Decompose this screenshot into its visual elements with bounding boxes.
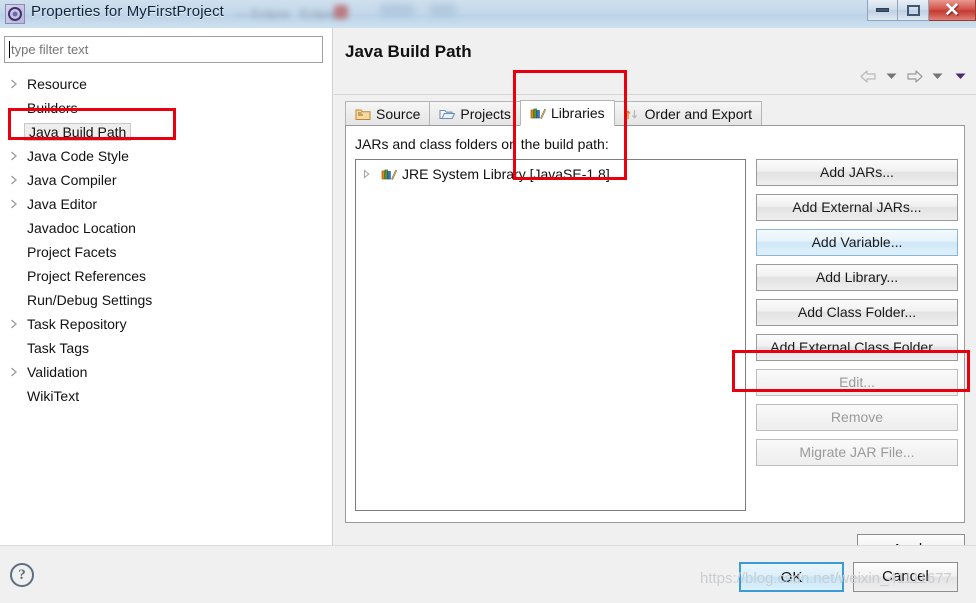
- sidebar-item-task-tags[interactable]: Task Tags: [0, 336, 333, 360]
- dialog-footer: ? OK Cancel: [0, 545, 976, 603]
- back-arrow-icon[interactable]: [859, 68, 878, 84]
- window-controls: ✕: [867, 0, 976, 22]
- sidebar-item-label: Java Build Path: [24, 123, 132, 141]
- tab-label: Source: [376, 105, 421, 122]
- sidebar-item-java-code-style[interactable]: Java Code Style: [0, 144, 333, 168]
- add-class-folder-button[interactable]: Add Class Folder...: [756, 299, 958, 326]
- build-path-tabs: Source Projects Libraries Order and Expo…: [345, 100, 763, 126]
- cancel-button[interactable]: Cancel: [853, 562, 958, 592]
- page-content-pane: Java Build Path Source Projects Librarie…: [334, 28, 976, 565]
- background-ghost-blob-1: [380, 4, 414, 16]
- sidebar-item-java-editor[interactable]: Java Editor: [0, 192, 333, 216]
- eclipse-icon: [5, 4, 25, 24]
- source-folder-icon: [355, 107, 371, 121]
- view-menu-icon[interactable]: [951, 68, 970, 84]
- remove-button[interactable]: Remove: [756, 404, 958, 431]
- sidebar-item-label: Project Facets: [27, 244, 117, 260]
- sidebar-item-java-build-path[interactable]: Java Build Path: [0, 120, 333, 144]
- chevron-right-icon[interactable]: [10, 151, 24, 161]
- forward-arrow-icon[interactable]: [905, 68, 924, 84]
- chevron-right-icon[interactable]: [10, 199, 24, 209]
- help-question-icon[interactable]: ?: [10, 563, 34, 587]
- sidebar-item-label: Builders: [27, 100, 78, 116]
- chevron-right-icon[interactable]: [10, 367, 24, 377]
- tab-projects[interactable]: Projects: [429, 101, 521, 126]
- window-title: Properties for MyFirstProject: [31, 3, 224, 20]
- forward-history-chevron-down-icon[interactable]: [928, 68, 947, 84]
- sidebar-item-label: WikiText: [27, 388, 80, 404]
- sidebar-item-run-debug-settings[interactable]: Run/Debug Settings: [0, 288, 333, 312]
- restore-button[interactable]: [898, 0, 929, 21]
- background-ghost-blob-2: [430, 4, 456, 16]
- settings-tree: Resource Builders Java Build Path Java C…: [0, 72, 333, 408]
- sidebar-item-task-repository[interactable]: Task Repository: [0, 312, 333, 336]
- list-item[interactable]: JRE System Library [JavaSE-1.8]: [356, 162, 745, 186]
- jars-list-label: JARs and class folders on the build path…: [355, 136, 609, 152]
- minimize-icon: [876, 8, 889, 12]
- sidebar-item-label: Validation: [27, 364, 88, 380]
- sidebar-item-javadoc-location[interactable]: Javadoc Location: [0, 216, 333, 240]
- tab-libraries[interactable]: Libraries: [519, 100, 615, 126]
- close-button[interactable]: ✕: [929, 0, 976, 21]
- text-caret: [9, 41, 10, 58]
- restore-icon: [906, 4, 920, 16]
- migrate-jar-file-button[interactable]: Migrate JAR File...: [756, 439, 958, 466]
- sidebar-item-label: Project References: [27, 268, 147, 284]
- chevron-right-icon[interactable]: [10, 79, 24, 89]
- tab-label: Libraries: [550, 105, 605, 121]
- edit-button[interactable]: Edit...: [756, 369, 958, 396]
- sidebar-item-builders[interactable]: Builders: [0, 96, 333, 120]
- list-item-label: JRE System Library [JavaSE-1.8]: [402, 166, 610, 182]
- tab-source[interactable]: Source: [345, 101, 431, 126]
- minimize-button[interactable]: [867, 0, 898, 21]
- library-books-icon: [530, 106, 546, 120]
- sidebar-item-label: Resource: [27, 76, 87, 92]
- sidebar-item-wikitext[interactable]: WikiText: [0, 384, 333, 408]
- sidebar-item-label: Run/Debug Settings: [27, 292, 153, 308]
- settings-tree-pane: Resource Builders Java Build Path Java C…: [0, 28, 333, 545]
- chevron-right-icon[interactable]: [10, 175, 24, 185]
- order-export-icon: [624, 107, 640, 121]
- background-ghost-dot: [334, 5, 348, 19]
- sidebar-item-label: Task Repository: [27, 316, 127, 332]
- page-navigation-toolbar: [859, 68, 970, 84]
- tab-label: Projects: [460, 105, 511, 122]
- title-separator: [334, 94, 976, 95]
- add-external-class-folder-button[interactable]: Add External Class Folder...: [756, 334, 958, 361]
- sidebar-item-validation[interactable]: Validation: [0, 360, 333, 384]
- add-variable-button[interactable]: Add Variable...: [756, 229, 958, 256]
- filter-input[interactable]: [4, 36, 323, 63]
- open-folder-icon: [439, 107, 456, 121]
- sidebar-item-label: Java Editor: [27, 196, 98, 212]
- sidebar-item-label: Javadoc Location: [27, 220, 136, 236]
- sidebar-item-project-references[interactable]: Project References: [0, 264, 333, 288]
- tab-label: Order and Export: [644, 105, 753, 122]
- chevron-right-icon[interactable]: [10, 319, 24, 329]
- tab-order-and-export[interactable]: Order and Export: [613, 101, 763, 126]
- library-actions: Add JARs... Add External JARs... Add Var…: [756, 159, 958, 474]
- background-ghost-text-2: Eclipse: [300, 7, 339, 21]
- jars-list[interactable]: JRE System Library [JavaSE-1.8]: [355, 159, 746, 511]
- page-title: Java Build Path: [345, 42, 472, 61]
- add-external-jars-button[interactable]: Add External JARs...: [756, 194, 958, 221]
- dialog-body: Resource Builders Java Build Path Java C…: [0, 28, 976, 565]
- dialog-action-buttons: OK Cancel: [739, 562, 958, 592]
- ok-button[interactable]: OK: [739, 562, 844, 592]
- sidebar-item-label: Java Code Style: [27, 148, 129, 164]
- library-books-icon: [381, 167, 398, 181]
- properties-dialog: — Eclipse Eclipse Properties for MyFirst…: [0, 0, 976, 603]
- sidebar-item-java-compiler[interactable]: Java Compiler: [0, 168, 333, 192]
- close-icon: ✕: [944, 0, 960, 21]
- chevron-right-icon[interactable]: [363, 169, 376, 179]
- background-ghost-text-1: — Eclipse: [236, 7, 291, 21]
- add-jars-button[interactable]: Add JARs...: [756, 159, 958, 186]
- title-bar: — Eclipse Eclipse Properties for MyFirst…: [0, 0, 976, 28]
- add-library-button[interactable]: Add Library...: [756, 264, 958, 291]
- sidebar-item-label: Task Tags: [27, 340, 89, 356]
- sidebar-item-resource[interactable]: Resource: [0, 72, 333, 96]
- sidebar-item-project-facets[interactable]: Project Facets: [0, 240, 333, 264]
- libraries-tab-panel: JARs and class folders on the build path…: [345, 125, 965, 523]
- back-history-chevron-down-icon[interactable]: [882, 68, 901, 84]
- sidebar-item-label: Java Compiler: [27, 172, 117, 188]
